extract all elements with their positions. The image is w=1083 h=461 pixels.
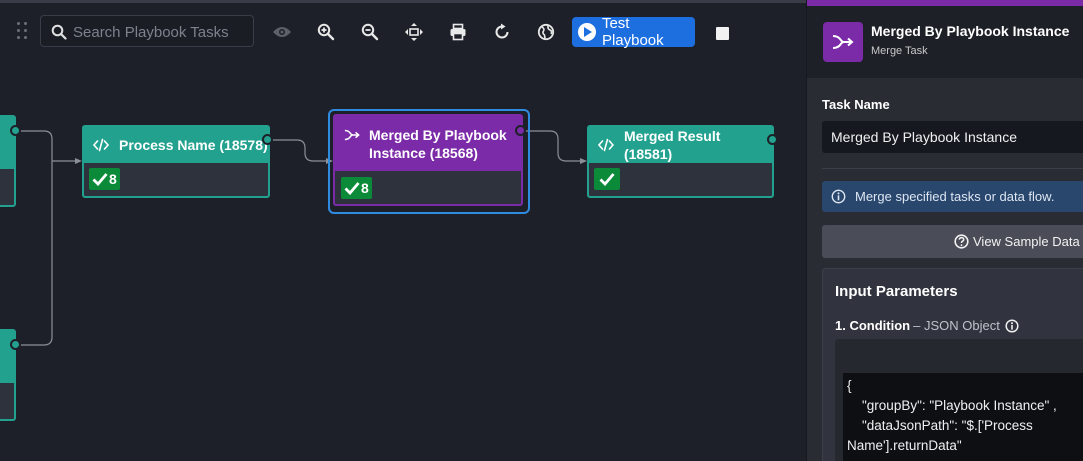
task-name-label: Task Name bbox=[822, 97, 890, 112]
condition-label-row: 1. Condition – JSON Object bbox=[835, 318, 1019, 333]
connector-to-merged-by bbox=[270, 139, 331, 162]
connector-left-branch bbox=[16, 130, 53, 346]
success-badge: 8 bbox=[341, 177, 372, 199]
merge-icon bbox=[823, 22, 863, 62]
code-icon bbox=[93, 138, 109, 152]
info-icon[interactable] bbox=[1005, 318, 1019, 333]
info-text: Merge specified tasks or data flow. bbox=[855, 189, 1055, 204]
connector-lines bbox=[16, 130, 587, 346]
view-sample-data-button[interactable]: View Sample Data bbox=[822, 225, 1083, 258]
condition-type: – JSON Object bbox=[913, 318, 1000, 333]
task-name-input[interactable] bbox=[822, 121, 1083, 153]
node-title: Merged Result (18581) bbox=[623, 128, 721, 162]
panel-subtitle: Merge Task bbox=[871, 45, 928, 57]
task-detail-panel: Merged By Playbook Instance Merge Task T… bbox=[806, 0, 1083, 461]
left-node-top-output-port[interactable] bbox=[10, 125, 21, 136]
panel-header: Merged By Playbook Instance Merge Task bbox=[807, 6, 1083, 78]
info-icon bbox=[831, 189, 846, 204]
condition-json-code[interactable]: { "groupBy": "Playbook Instance" , "data… bbox=[843, 373, 1083, 461]
node-title: Process Name (18578) bbox=[119, 137, 268, 153]
connector-to-merged-result bbox=[523, 130, 585, 162]
success-badge: 8 bbox=[89, 168, 120, 190]
merge-icon bbox=[344, 129, 360, 141]
code-icon bbox=[598, 138, 614, 152]
input-parameters-section: Input Parameters 1. Condition – JSON Obj… bbox=[822, 268, 1083, 461]
node-title-line-1: Merged By Playbook bbox=[369, 127, 507, 143]
node-merged-result[interactable]: Merged Result (18581) bbox=[587, 125, 774, 198]
help-circle-icon bbox=[954, 234, 969, 249]
condition-label: 1. Condition bbox=[835, 318, 911, 333]
check-icon bbox=[599, 173, 615, 186]
merged-by-output-port[interactable] bbox=[515, 125, 526, 136]
success-count: 8 bbox=[109, 171, 117, 187]
check-icon bbox=[344, 182, 360, 195]
input-parameters-heading: Input Parameters bbox=[835, 283, 958, 300]
node-title-line-2: Instance (18568) bbox=[369, 145, 478, 161]
node-merged-by-playbook-instance[interactable]: Merged By Playbook Instance (18568) 8 bbox=[333, 114, 523, 206]
success-badge bbox=[594, 168, 620, 190]
divider bbox=[822, 168, 1083, 169]
success-count: 8 bbox=[361, 180, 369, 196]
json-editor[interactable]: { "groupBy": "Playbook Instance" , "data… bbox=[835, 339, 1083, 461]
info-banner: Merge specified tasks or data flow. bbox=[822, 181, 1083, 212]
node-process-name[interactable]: Process Name (18578) 8 bbox=[82, 125, 270, 198]
process-name-output-port[interactable] bbox=[262, 134, 273, 145]
playbook-canvas[interactable]: Test Playbook Process Name (18578) bbox=[0, 0, 806, 461]
merged-result-output-port[interactable] bbox=[767, 134, 778, 145]
panel-title: Merged By Playbook Instance bbox=[871, 23, 1070, 39]
view-sample-data-label: View Sample Data bbox=[973, 234, 1080, 249]
check-icon bbox=[92, 173, 108, 186]
left-node-bottom-output-port[interactable] bbox=[10, 339, 21, 350]
